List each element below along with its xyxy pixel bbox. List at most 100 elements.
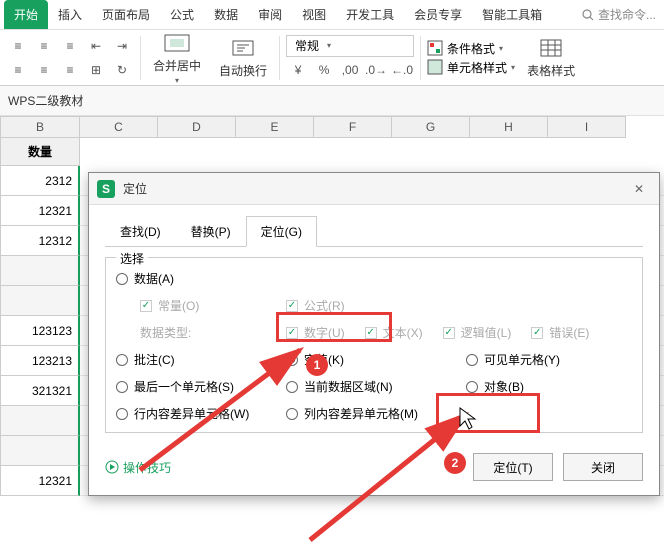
radio-curdata[interactable]: 当前数据区域(N) (286, 378, 466, 395)
ribbon-tab-formula[interactable]: 公式 (160, 0, 204, 29)
align-bot-icon[interactable]: ≡ (58, 35, 82, 57)
dialog-titlebar: S 定位 ✕ (89, 173, 659, 205)
ribbon-tab-dev[interactable]: 开发工具 (336, 0, 404, 29)
merge-icon[interactable]: ⊞ (84, 59, 108, 81)
ribbon-tab-review[interactable]: 审阅 (248, 0, 292, 29)
check-text: ✓文本(X) (365, 324, 423, 341)
align-right-icon[interactable]: ≡ (58, 59, 82, 81)
align-center-icon[interactable]: ≡ (32, 59, 56, 81)
cell-style-button[interactable]: 单元格样式▾ (427, 59, 515, 76)
ribbon-tab-start[interactable]: 开始 (4, 0, 48, 29)
search-placeholder: 查找命令... (598, 6, 656, 23)
goto-dialog: S 定位 ✕ 查找(D) 替换(P) 定位(G) 选择 数据(A) ✓常量(O)… (88, 172, 660, 496)
radio-data[interactable]: 数据(A) (116, 270, 286, 287)
check-formula: ✓公式(R) (286, 297, 466, 314)
check-error: ✓错误(E) (531, 324, 589, 341)
table-style-icon (537, 36, 565, 60)
currency-icon[interactable]: ¥ (286, 59, 310, 81)
number-format-label: 常规 (291, 37, 323, 54)
orientation-icon[interactable]: ↻ (110, 59, 134, 81)
filename-bar: WPS二级教材 (0, 86, 664, 116)
check-const: ✓常量(O) (116, 297, 286, 314)
wrap-text-label: 自动换行 (219, 62, 267, 79)
cell[interactable]: 123123 (1, 316, 80, 346)
align-mid-icon[interactable]: ≡ (32, 35, 56, 57)
merge-center-button[interactable]: 合并居中▾ (147, 29, 207, 87)
indent-dec-icon[interactable]: ⇤ (84, 35, 108, 57)
ribbon-tab-vip[interactable]: 会员专享 (404, 0, 472, 29)
indent-inc-icon[interactable]: ⇥ (110, 35, 134, 57)
radio-rowdiff[interactable]: 行内容差异单元格(W) (116, 405, 286, 422)
cell[interactable]: 12312 (1, 226, 80, 256)
merge-center-label: 合并居中 (153, 57, 201, 74)
app-logo-icon: S (97, 180, 115, 198)
radio-coldiff[interactable]: 列内容差异单元格(M) (286, 405, 466, 422)
cell[interactable]: 12321 (1, 466, 80, 496)
search-icon (582, 9, 594, 21)
dtype-label: 数据类型: (116, 324, 286, 341)
comma-icon[interactable]: ,00 (338, 59, 362, 81)
col-header-b[interactable]: B (0, 116, 80, 138)
cond-format-icon (427, 40, 443, 56)
col-header-g[interactable]: G (392, 116, 470, 138)
cell[interactable]: 12321 (1, 196, 80, 226)
table-style-button[interactable]: 表格样式 (521, 34, 581, 81)
wrap-text-button[interactable]: 自动换行 (213, 34, 273, 81)
cell[interactable] (1, 436, 80, 466)
col-header-d[interactable]: D (158, 116, 236, 138)
cell[interactable] (1, 286, 80, 316)
cell-style-icon (427, 59, 443, 75)
col-b-cells: 2312 12321 12312 123123 123213 321321 12… (0, 166, 80, 496)
tab-goto[interactable]: 定位(G) (246, 216, 317, 247)
cell[interactable]: 2312 (1, 166, 80, 196)
ribbon-tab-insert[interactable]: 插入 (48, 0, 92, 29)
cond-format-button[interactable]: 条件格式▾ (427, 40, 515, 57)
check-logic: ✓逻辑值(L) (443, 324, 512, 341)
dialog-title: 定位 (123, 180, 627, 197)
align-top-icon[interactable]: ≡ (6, 35, 30, 57)
cell[interactable]: 321321 (1, 376, 80, 406)
radio-object[interactable]: 对象(B) (466, 378, 636, 395)
ribbon-tab-layout[interactable]: 页面布局 (92, 0, 160, 29)
dec-inc-icon[interactable]: .0→ (364, 59, 388, 81)
radio-comment[interactable]: 批注(C) (116, 351, 286, 368)
check-number: ✓数字(U) (286, 324, 345, 341)
wrap-text-icon (229, 36, 257, 60)
toolbar: ≡ ≡ ≡ ⇤ ⇥ ≡ ≡ ≡ ⊞ ↻ 合并居中▾ 自动换行 常规▾ ¥ % (0, 30, 664, 86)
ribbon-tab-tools[interactable]: 智能工具箱 (472, 0, 552, 29)
col-header-f[interactable]: F (314, 116, 392, 138)
goto-button[interactable]: 定位(T) (473, 453, 553, 481)
cell-style-label: 单元格样式 (447, 59, 507, 76)
tips-link[interactable]: 操作技巧 (105, 459, 171, 476)
search-box[interactable]: 查找命令... (582, 6, 664, 23)
percent-icon[interactable]: % (312, 59, 336, 81)
col-b-label[interactable]: 数量 (0, 138, 80, 166)
fieldset-legend: 选择 (116, 250, 148, 267)
dec-dec-icon[interactable]: ←.0 (390, 59, 414, 81)
dialog-tabs: 查找(D) 替换(P) 定位(G) (105, 215, 643, 247)
merge-center-icon (163, 31, 191, 55)
table-style-label: 表格样式 (527, 62, 575, 79)
play-icon (105, 460, 119, 474)
close-button[interactable]: 关闭 (563, 453, 643, 481)
tab-replace[interactable]: 替换(P) (176, 216, 246, 247)
col-header-h[interactable]: H (470, 116, 548, 138)
ribbon-tab-view[interactable]: 视图 (292, 0, 336, 29)
number-format-dropdown[interactable]: 常规▾ (286, 35, 414, 57)
radio-lastcell[interactable]: 最后一个单元格(S) (116, 378, 286, 395)
col-header-c[interactable]: C (80, 116, 158, 138)
radio-blank[interactable]: 空值(K) (286, 351, 466, 368)
ribbon-tab-data[interactable]: 数据 (204, 0, 248, 29)
column-headers: B C D E F G H I (0, 116, 664, 138)
col-header-i[interactable]: I (548, 116, 626, 138)
select-fieldset: 选择 数据(A) ✓常量(O) ✓公式(R) 数据类型: ✓数字(U) ✓文本(… (105, 257, 643, 433)
tab-find[interactable]: 查找(D) (105, 216, 176, 247)
col-header-e[interactable]: E (236, 116, 314, 138)
cell[interactable] (1, 256, 80, 286)
cell[interactable]: 123213 (1, 346, 80, 376)
align-left-icon[interactable]: ≡ (6, 59, 30, 81)
cond-format-label: 条件格式 (447, 40, 495, 57)
cell[interactable] (1, 406, 80, 436)
close-icon[interactable]: ✕ (627, 182, 651, 196)
radio-visible[interactable]: 可见单元格(Y) (466, 351, 636, 368)
